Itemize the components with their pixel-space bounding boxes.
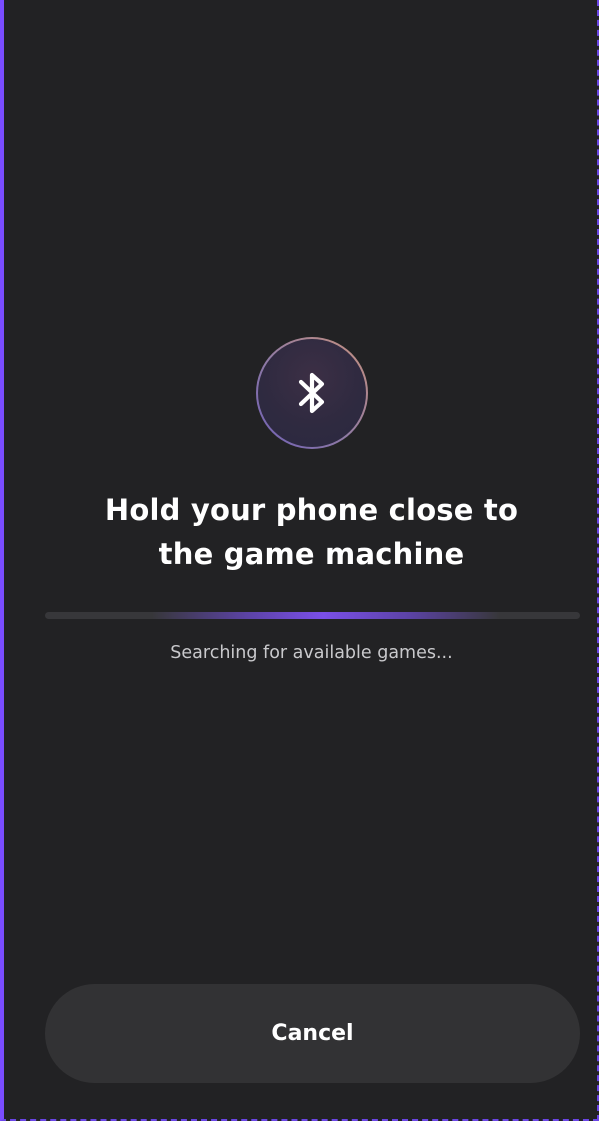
search-status-text: Searching for available games... bbox=[170, 643, 453, 663]
bluetooth-badge bbox=[256, 337, 368, 449]
search-progress-bar bbox=[45, 612, 580, 619]
cancel-button[interactable]: Cancel bbox=[45, 984, 580, 1083]
pairing-title: Hold your phone close to the game machin… bbox=[24, 488, 597, 576]
pairing-title-line-1: Hold your phone close to bbox=[104, 493, 519, 527]
pairing-screen: Hold your phone close to the game machin… bbox=[0, 0, 599, 1121]
search-progress-indicator bbox=[45, 612, 580, 619]
bluetooth-icon bbox=[298, 372, 325, 414]
pairing-title-line-2: the game machine bbox=[158, 537, 465, 571]
bluetooth-badge-inner bbox=[258, 339, 366, 447]
